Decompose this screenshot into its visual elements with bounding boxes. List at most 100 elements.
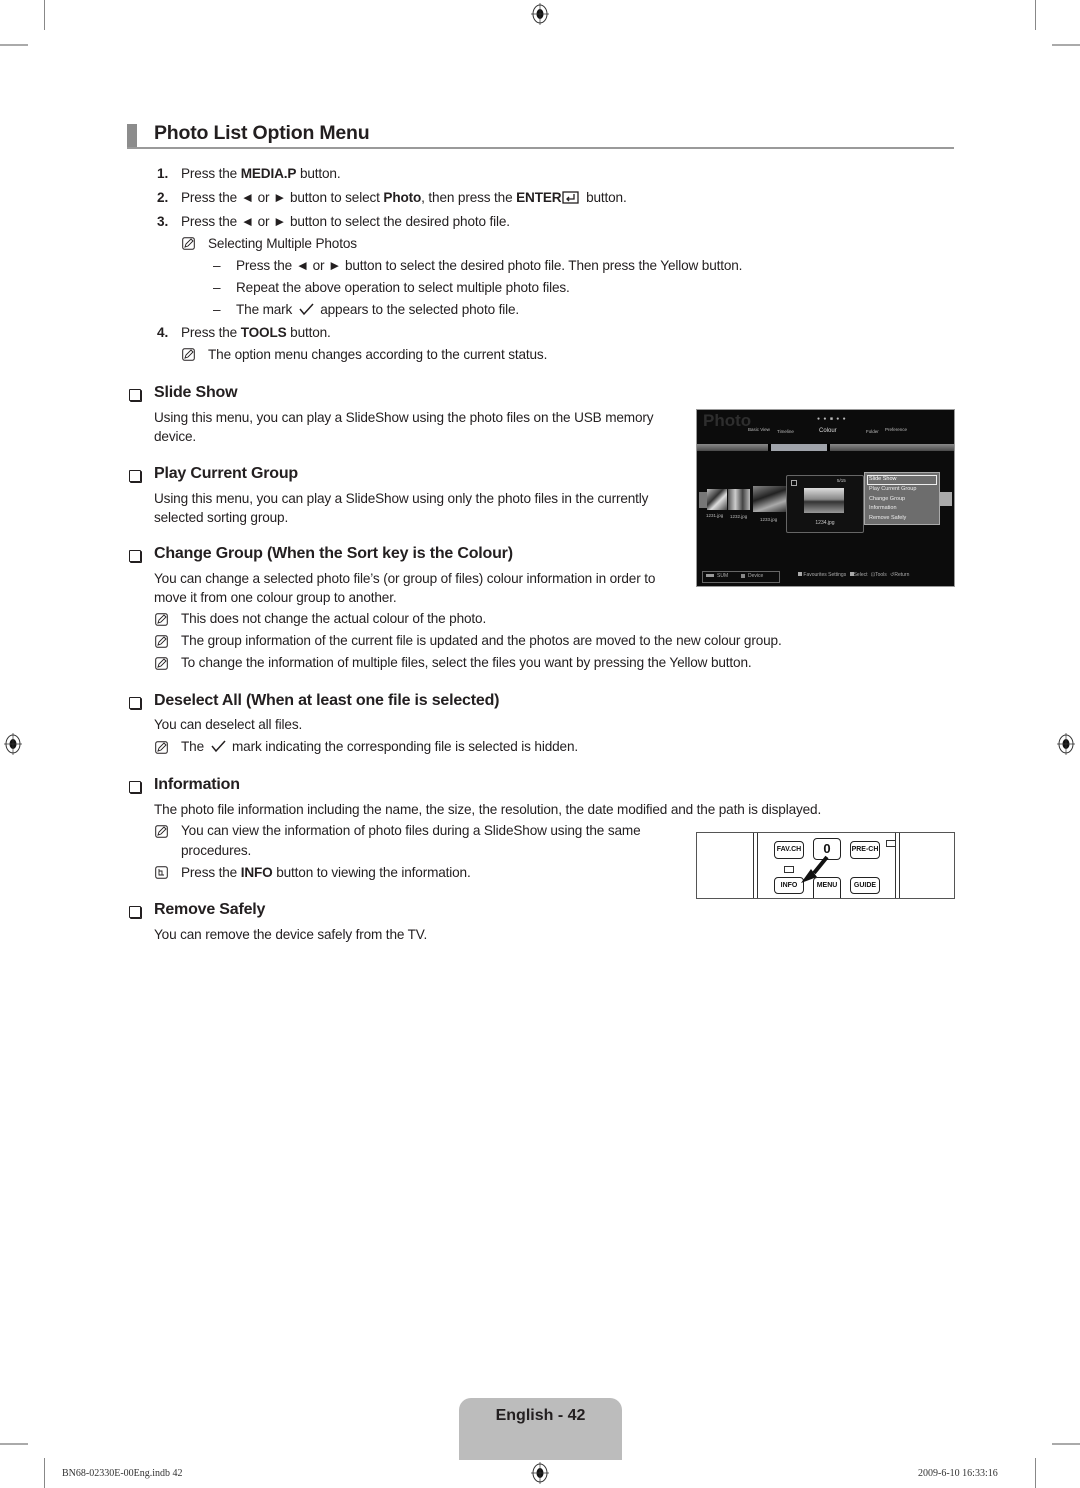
step-3-text: Press the ◄ or ► button to select the de… — [181, 214, 510, 229]
step-4-text: Press the TOOLS button. — [181, 325, 331, 340]
tv-menu-item: Play Current Group — [869, 486, 917, 492]
tv-menu-item: Change Group — [869, 496, 906, 502]
red-button-icon — [798, 572, 802, 576]
list-item: Repeat the above operation to select mul… — [236, 280, 570, 295]
crop-mark — [44, 0, 45, 30]
tv-thumb-edge — [940, 492, 952, 506]
tv-thumb-label: 1233.jpg — [760, 517, 778, 522]
dash: – — [213, 258, 221, 273]
note-icon — [182, 348, 195, 361]
section-heading-slide-show: Slide Show — [154, 384, 238, 401]
dash: – — [213, 280, 221, 295]
section-bullet-icon — [129, 470, 141, 482]
section-bullet-icon — [129, 389, 141, 401]
section-bullet-icon — [129, 906, 141, 918]
note-icon — [155, 741, 168, 754]
crop-mark — [1035, 1458, 1036, 1488]
crop-mark — [44, 1458, 45, 1488]
note-text: Press the INFO button to viewing the inf… — [181, 865, 471, 880]
note-text: The group information of the current fil… — [181, 633, 782, 648]
remote-edge — [753, 833, 758, 898]
page-number-tab: English - 42 — [459, 1398, 622, 1460]
page-number-label: English - 42 — [495, 1407, 586, 1424]
section-body: You can remove the device safely from th… — [154, 927, 428, 942]
note-text: Selecting Multiple Photos — [208, 236, 357, 251]
pre-ch-button: PRE-CH — [850, 841, 880, 859]
tv-thumb — [753, 486, 786, 512]
section-heading-information: Information — [154, 776, 240, 793]
pointer-arrow-icon — [801, 855, 829, 883]
step-number: 4. — [157, 325, 169, 340]
tv-focused-card: 5/15 1234.jpg — [786, 475, 864, 533]
note-icon — [155, 613, 168, 626]
dash: – — [213, 302, 221, 317]
note-text: The option menu changes according to the… — [208, 347, 548, 362]
tv-tab-active: Colour — [819, 428, 837, 434]
tv-counter: 5/15 — [837, 478, 846, 483]
tv-select-checkbox — [791, 480, 797, 486]
device-icon — [741, 574, 745, 578]
tv-menu-item: Slide Show — [869, 476, 897, 482]
screen-icon — [886, 840, 896, 847]
checkmark-icon — [299, 303, 314, 316]
tv-device-panel: SUM Device — [702, 571, 780, 583]
tv-menu-item: Information — [869, 505, 897, 511]
crop-mark — [1035, 0, 1036, 30]
remote-button-icon — [155, 866, 168, 879]
tv-device-label: SUM — [717, 573, 729, 579]
crop-mark — [0, 1443, 28, 1445]
enter-icon — [562, 191, 580, 204]
tv-tab: Folder — [866, 429, 879, 434]
e-manual-icon — [784, 866, 794, 873]
footer-file-name: BN68-02330E-00Eng.indb 42 — [62, 1468, 183, 1479]
step-number: 1. — [157, 166, 169, 181]
section-heading-remove-safely: Remove Safely — [154, 901, 266, 918]
section-body: The photo file information including the… — [154, 802, 822, 817]
tv-thumb-edge — [699, 492, 707, 508]
registration-mark-icon — [1057, 733, 1075, 755]
tv-thumb — [707, 489, 727, 510]
section-body: Using this menu, you can play a SlideSho… — [154, 410, 654, 425]
remote-control-illustration: FAV.CH 0 PRE-CH INFO MENU GUIDE — [696, 832, 955, 899]
step-1-text: Press the MEDIA.P button. — [181, 166, 341, 181]
section-heading-change-group: Change Group (When the Sort key is the C… — [154, 545, 513, 562]
tv-focused-filename: 1234.jpg — [815, 520, 835, 526]
step-2-text: Press the ◄ or ► button to select Photo,… — [181, 190, 627, 205]
list-item: Press the ◄ or ► button to select the de… — [236, 258, 743, 273]
tv-tab: Preference — [885, 427, 908, 432]
crop-mark — [0, 44, 28, 46]
section-body: selected sorting group. — [154, 510, 289, 525]
section-body: You can deselect all files. — [154, 717, 303, 732]
checkmark-icon — [211, 740, 226, 753]
step-number: 2. — [157, 190, 169, 205]
tv-thumb-label: 1232.jpg — [730, 514, 748, 519]
section-bullet-icon — [129, 697, 141, 709]
note-icon — [155, 635, 168, 648]
registration-mark-icon — [4, 733, 22, 755]
tv-page-dots: ● ● ■ ● ● — [817, 416, 847, 422]
section-body: You can change a selected photo file’s (… — [154, 571, 656, 586]
usb-icon — [706, 574, 714, 577]
tv-menu-item: Remove Safely — [869, 515, 907, 521]
note-text: The mark indicating the corresponding fil… — [181, 739, 578, 754]
title-bar-accent — [127, 124, 137, 149]
page-title: Photo List Option Menu — [154, 122, 370, 144]
registration-mark-icon — [531, 3, 549, 25]
step-number: 3. — [157, 214, 169, 229]
section-heading-deselect-all: Deselect All (When at least one file is … — [154, 692, 500, 709]
tv-thumb — [728, 489, 750, 510]
tv-option-menu: Slide Show Play Current Group Change Gro… — [864, 472, 940, 525]
note-text: procedures. — [181, 843, 252, 858]
section-heading-play-current-group: Play Current Group — [154, 465, 298, 482]
tv-tab: Basic View — [748, 427, 770, 432]
note-icon — [155, 825, 168, 838]
note-text: This does not change the actual colour o… — [181, 611, 487, 626]
note-text: To change the information of multiple fi… — [181, 655, 752, 670]
section-body: Using this menu, you can play a SlideSho… — [154, 491, 649, 506]
tv-device-label: Device — [748, 573, 764, 579]
tv-timeline-selection — [768, 444, 830, 451]
section-bullet-icon — [129, 781, 141, 793]
note-icon — [182, 237, 195, 250]
guide-button: GUIDE — [850, 877, 880, 894]
note-icon — [155, 657, 168, 670]
